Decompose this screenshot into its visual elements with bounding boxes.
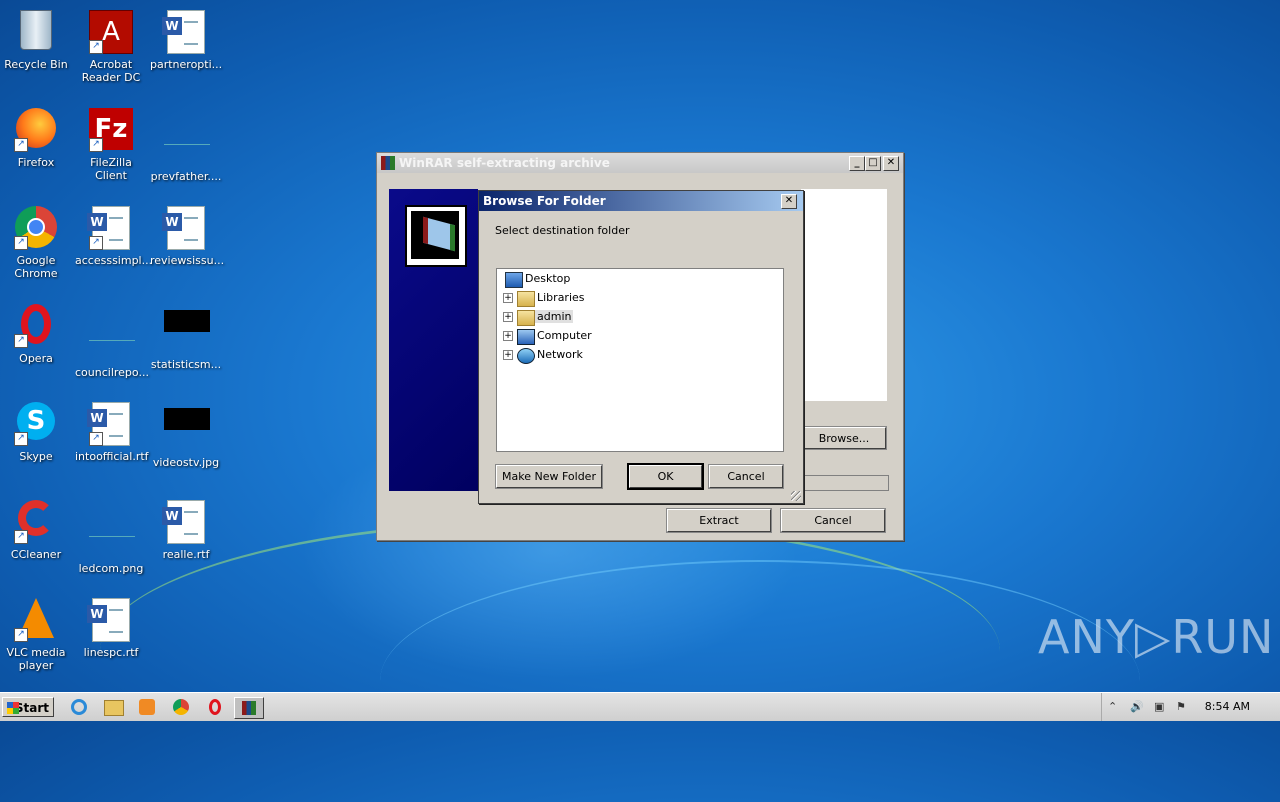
dialog-title: Browse For Folder [483, 194, 606, 208]
resize-grip[interactable] [791, 491, 801, 501]
blank-file-icon [89, 318, 135, 362]
dialog-close-button[interactable]: ✕ [781, 194, 797, 209]
recycle-bin-icon [14, 10, 58, 54]
clock[interactable]: 8:54 AM [1205, 700, 1250, 713]
winrar-logo-icon [405, 205, 467, 267]
word-document-icon: W ↗ [87, 402, 133, 446]
extract-button[interactable]: Extract [666, 508, 772, 533]
desktop-icon-statisticsm[interactable]: statisticsm... [150, 300, 222, 371]
desktop-icon-ledcom[interactable]: ledcom.png [75, 496, 147, 575]
firefox-icon: ↗ [14, 108, 58, 152]
desktop-icon-accesssimpl[interactable]: W ↗ accesssimpl... [75, 202, 152, 267]
network-icon [517, 348, 535, 364]
media-player-icon[interactable] [136, 697, 158, 717]
blank-file-icon [164, 122, 210, 166]
desktop-icon-partneropti[interactable]: W partneropti... [150, 6, 222, 71]
internet-explorer-icon[interactable] [68, 697, 90, 717]
tree-node-network[interactable]: + Network [503, 347, 583, 364]
windows-logo-icon [7, 702, 19, 714]
desktop-icon [505, 272, 523, 288]
expand-icon[interactable]: + [503, 331, 513, 341]
opera-icon: ↗ [14, 304, 58, 348]
skype-icon: S ↗ [14, 402, 58, 446]
desktop-icon-acrobat[interactable]: A ↗ Acrobat Reader DC [75, 6, 147, 84]
close-button[interactable]: ✕ [883, 156, 899, 171]
desktop-icon-realle[interactable]: W realle.rtf [150, 496, 222, 561]
word-document-icon: W [162, 206, 208, 250]
show-hidden-icons-icon[interactable]: ⌃ [1108, 700, 1117, 713]
explorer-folder-icon[interactable] [102, 697, 124, 717]
maximize-button[interactable]: □ [865, 156, 881, 171]
dialog-cancel-button[interactable]: Cancel [708, 464, 784, 489]
winrar-taskbar-button[interactable] [234, 697, 264, 719]
desktop-icon-recycle-bin[interactable]: Recycle Bin [0, 6, 72, 71]
taskbar: Start ⌃ 🔊 ▣ ⚑ 8:54 AM [0, 692, 1280, 721]
winrar-title: WinRAR self-extracting archive [399, 156, 610, 170]
tree-node-desktop[interactable]: Desktop [505, 271, 570, 288]
anyrun-watermark: ANY▷RUN [1038, 610, 1275, 664]
filezilla-icon: Fz ↗ [89, 108, 133, 152]
desktop-icon-ccleaner[interactable]: ↗ CCleaner [0, 496, 72, 561]
dialog-titlebar[interactable]: Browse For Folder ✕ [479, 191, 803, 211]
black-thumbnail-icon [164, 310, 210, 354]
make-new-folder-button[interactable]: Make New Folder [495, 464, 603, 489]
chrome-taskbar-icon[interactable] [170, 697, 192, 717]
computer-icon [517, 329, 535, 345]
desktop-icon-prevfather[interactable]: prevfather.... [150, 104, 222, 183]
wallpaper-swoosh [380, 560, 1140, 802]
desktop-icon-councilrepo[interactable]: councilrepo... [75, 300, 149, 379]
desktop-icon-vlc[interactable]: ↗ VLC media player [0, 594, 72, 672]
acrobat-icon: A ↗ [89, 10, 133, 54]
user-folder-icon [517, 310, 535, 326]
expand-icon[interactable]: + [503, 350, 513, 360]
dialog-prompt: Select destination folder [495, 224, 630, 237]
desktop-icon-linespc[interactable]: W linespc.rtf [75, 594, 147, 659]
tree-node-libraries[interactable]: + Libraries [503, 290, 585, 307]
browse-button[interactable]: Browse... [801, 426, 887, 450]
word-document-icon: W [87, 598, 133, 642]
winrar-info-area [801, 189, 887, 401]
browse-for-folder-dialog: Browse For Folder ✕ Select destination f… [478, 190, 804, 504]
ccleaner-icon: ↗ [14, 500, 58, 544]
volume-icon[interactable]: 🔊 [1130, 700, 1144, 713]
system-tray: ⌃ 🔊 ▣ ⚑ 8:54 AM [1101, 693, 1280, 721]
start-button[interactable]: Start [2, 697, 54, 717]
action-center-flag-icon[interactable]: ⚑ [1176, 700, 1186, 713]
desktop-icon-videostv[interactable]: videostv.jpg [150, 398, 222, 469]
desktop-icon-skype[interactable]: S ↗ Skype [0, 398, 72, 463]
winrar-titlebar[interactable]: WinRAR self-extracting archive _ □ ✕ [377, 153, 903, 173]
desktop-icon-intoofficial[interactable]: W ↗ intoofficial.rtf [75, 398, 149, 463]
winrar-cancel-button[interactable]: Cancel [780, 508, 886, 533]
desktop-icon-opera[interactable]: ↗ Opera [0, 300, 72, 365]
winrar-side-banner [389, 189, 478, 491]
destination-path-field[interactable] [801, 475, 889, 491]
chrome-icon: ↗ [14, 206, 58, 250]
libraries-icon [517, 291, 535, 307]
black-thumbnail-icon [164, 408, 210, 452]
vlc-icon: ↗ [14, 598, 58, 642]
desktop-icon-firefox[interactable]: ↗ Firefox [0, 104, 72, 169]
folder-tree[interactable]: Desktop + Libraries + admin + Computer +… [496, 268, 784, 452]
word-document-icon: W [162, 500, 208, 544]
tree-node-computer[interactable]: + Computer [503, 328, 592, 345]
word-document-icon: W ↗ [87, 206, 133, 250]
winrar-icon [381, 156, 395, 170]
desktop-icon-google-chrome[interactable]: ↗ Google Chrome [0, 202, 72, 280]
image-file-icon [89, 514, 135, 558]
desktop-icon-reviewsissu[interactable]: W reviewsissu... [150, 202, 224, 267]
expand-icon[interactable]: + [503, 312, 513, 322]
opera-taskbar-icon[interactable] [204, 697, 226, 717]
expand-icon[interactable]: + [503, 293, 513, 303]
tree-node-admin[interactable]: + admin [503, 309, 574, 326]
ok-button[interactable]: OK [627, 463, 704, 490]
desktop-icon-filezilla[interactable]: Fz ↗ FileZilla Client [75, 104, 147, 182]
network-tray-icon[interactable]: ▣ [1154, 700, 1164, 713]
minimize-button[interactable]: _ [849, 156, 865, 171]
word-document-icon: W [162, 10, 208, 54]
